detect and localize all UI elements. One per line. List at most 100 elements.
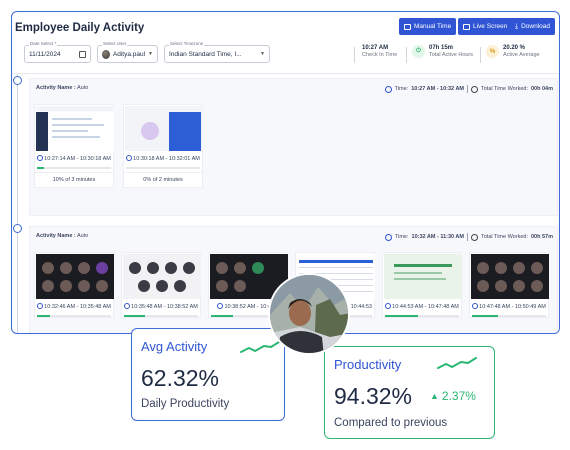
time-value: 10:32 AM - 11:30 AM bbox=[411, 234, 464, 240]
date-value: 11/11/2024 bbox=[29, 50, 61, 58]
user-select-label: Select User bbox=[102, 41, 128, 46]
activity-percentage: 0% of 2 minutes bbox=[124, 171, 202, 187]
screenshot-time-range: 10:32:46 AM - 10:35:48 AM bbox=[35, 300, 113, 312]
screenshot-thumbnail[interactable] bbox=[125, 106, 203, 151]
activity-progress-bar bbox=[124, 314, 198, 317]
monitor-icon bbox=[463, 23, 470, 30]
timeline-line bbox=[17, 74, 18, 333]
avg-activity-title: Avg Activity bbox=[141, 339, 208, 354]
live-screen-button[interactable]: Live Screen bbox=[458, 18, 513, 35]
avg-activity-subtitle: Daily Productivity bbox=[141, 398, 230, 410]
calendar-icon[interactable] bbox=[79, 50, 86, 58]
history-icon bbox=[471, 85, 478, 93]
time-range-text: 10:35:48 AM - 10:38:52 AM bbox=[131, 304, 198, 310]
productivity-change-value: 2.37% bbox=[441, 389, 476, 403]
screenshot-thumbnail[interactable] bbox=[36, 106, 114, 151]
clock-icon bbox=[384, 85, 392, 93]
activity-name-value: Auto bbox=[76, 233, 89, 239]
worked-label: Total Time Worked: bbox=[481, 234, 528, 240]
active-hours-value: 07h 15m bbox=[429, 45, 454, 51]
timezone-select[interactable]: Select Timezone Indian Standard Time, I.… bbox=[164, 41, 270, 63]
header-bar: Employee Daily Activity Manual Time Live… bbox=[12, 12, 559, 42]
user-select[interactable]: Select User Aditya.paul ▼ bbox=[97, 41, 158, 63]
user-avatar bbox=[102, 49, 110, 59]
history-icon bbox=[471, 233, 478, 241]
productivity-change: ▲ 2.37% bbox=[430, 389, 476, 403]
activity-percentage: 10% of 3 minutes bbox=[35, 171, 113, 187]
power-icon: ⏻ bbox=[412, 45, 425, 58]
activity-progress-bar bbox=[126, 166, 200, 169]
filter-bar: Date Select * 11/11/2024 Select User Adi… bbox=[12, 41, 559, 74]
clock-icon bbox=[37, 155, 44, 161]
clock-icon bbox=[472, 303, 479, 309]
screenshot-thumbnail[interactable] bbox=[123, 254, 201, 299]
avg-activity-value: 62.32% bbox=[141, 365, 220, 391]
time-range-text: 10:44:53 bbox=[350, 304, 372, 310]
activity-name-label: Activity Name : bbox=[36, 233, 76, 239]
worked-label: Total Time Worked: bbox=[481, 86, 528, 92]
screenshot-time-range: 10:30:18 AM - 10:32:01 AM bbox=[124, 152, 202, 164]
activity-time: Time: 10:27 AM - 10:32 AM Total Time Wor… bbox=[384, 85, 553, 93]
active-hours-stat: ⏻ 07h 15m Total Active Hours bbox=[412, 45, 473, 58]
screenshot-card[interactable]: 10:32:46 AM - 10:35:48 AM bbox=[34, 252, 114, 318]
trend-up-icon bbox=[240, 341, 280, 353]
time-range-text: 10:47:48 AM - 10:50:49 AM bbox=[479, 304, 546, 310]
screenshot-card[interactable]: 10:27:14 AM - 10:30:18 AM 10% of 3 minut… bbox=[34, 104, 114, 188]
activity-card: Activity Name : Auto Time: 10:27 AM - 10… bbox=[29, 78, 558, 216]
clock-icon bbox=[404, 23, 411, 30]
time-value: 10:27 AM - 10:32 AM bbox=[411, 86, 464, 92]
manual-time-button[interactable]: Manual Time bbox=[399, 18, 457, 35]
activity-progress-bar bbox=[472, 314, 546, 317]
divider bbox=[467, 233, 468, 241]
divider bbox=[354, 47, 355, 63]
activity-name: Activity Name : Auto bbox=[36, 85, 88, 91]
time-range-text: 10:44:53 AM - 10:47:48 AM bbox=[392, 304, 459, 310]
clock-icon bbox=[217, 303, 224, 309]
arrow-up-icon: ▲ bbox=[430, 391, 439, 401]
clock-icon bbox=[124, 303, 131, 309]
clock-icon bbox=[385, 303, 392, 309]
chevron-down-icon: ▼ bbox=[260, 51, 265, 57]
active-average-stat: % 20.20 % Active Average bbox=[486, 45, 540, 58]
trend-up-icon bbox=[437, 357, 477, 369]
productivity-card: Productivity 94.32% ▲ 2.37% Compared to … bbox=[324, 346, 495, 439]
time-label: Time: bbox=[394, 234, 409, 240]
screenshot-thumbnail[interactable] bbox=[36, 254, 114, 299]
timeline-dot bbox=[13, 76, 22, 85]
screenshot-card[interactable]: 10:30:18 AM - 10:32:01 AM 0% of 2 minute… bbox=[123, 104, 203, 188]
screenshot-time-range: 10:35:48 AM - 10:38:52 AM bbox=[122, 300, 200, 312]
screenshot-thumbnail[interactable] bbox=[384, 254, 462, 299]
activity-time: Time: 10:32 AM - 11:30 AM Total Time Wor… bbox=[384, 233, 553, 241]
user-photo-image bbox=[270, 275, 348, 353]
screenshot-time-range: 10:27:14 AM - 10:30:18 AM bbox=[35, 152, 113, 164]
timezone-select-label: Select Timezone bbox=[169, 41, 205, 46]
page-title: Employee Daily Activity bbox=[15, 22, 145, 34]
avg-activity-card: Avg Activity 62.32% Daily Productivity bbox=[131, 328, 285, 421]
productivity-title: Productivity bbox=[334, 357, 402, 372]
clock-icon bbox=[126, 155, 133, 161]
divider bbox=[406, 47, 407, 63]
screenshot-card[interactable]: 10:44:53 AM - 10:47:48 AM bbox=[382, 252, 462, 318]
screenshot-time-range: 10:44:53 AM - 10:47:48 AM bbox=[383, 300, 461, 312]
check-in-value: 10:27 AM bbox=[362, 45, 389, 51]
download-button[interactable]: ⤓ Download bbox=[510, 18, 556, 35]
screenshot-thumbnail[interactable] bbox=[471, 254, 549, 299]
activity-progress-bar bbox=[385, 314, 459, 317]
active-average-value: 20.20 % bbox=[503, 45, 526, 51]
activity-name: Activity Name : Auto bbox=[36, 233, 88, 239]
user-value: Aditya.paul bbox=[112, 50, 146, 58]
activity-name-label: Activity Name : bbox=[36, 85, 76, 91]
active-average-label: Active Average bbox=[503, 52, 540, 58]
clock-icon bbox=[37, 303, 44, 309]
active-hours-label: Total Active Hours bbox=[429, 52, 474, 58]
time-range-text: 10:32:46 AM - 10:35:48 AM bbox=[44, 304, 111, 310]
live-screen-label: Live Screen bbox=[473, 23, 508, 30]
download-label: Download bbox=[521, 23, 551, 30]
percent-icon: % bbox=[486, 45, 499, 58]
time-range-text: 10:30:18 AM - 10:32:01 AM bbox=[133, 156, 200, 162]
screenshot-card[interactable]: 10:35:48 AM - 10:38:52 AM bbox=[121, 252, 201, 318]
date-select[interactable]: Date Select * 11/11/2024 bbox=[24, 41, 91, 63]
screenshot-card[interactable]: 10:47:48 AM - 10:50:49 AM bbox=[469, 252, 549, 318]
screenshot-time-range: 10:47:48 AM - 10:50:49 AM bbox=[470, 300, 548, 312]
timeline-dot bbox=[13, 224, 22, 233]
